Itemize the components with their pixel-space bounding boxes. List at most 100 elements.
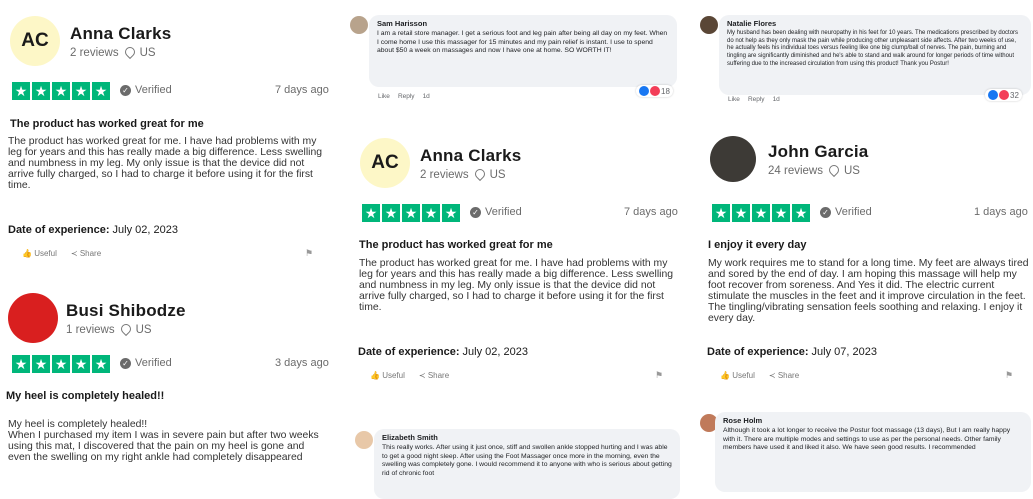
review-card: AC Anna Clarks 2 reviews US ★ ★ ★ ★ ★ ✓ Verifi… [350,122,680,390]
comment-bubble: Sam Harisson I am a retail store manager… [369,15,677,87]
date-value: July 02, 2023 [462,346,528,358]
review-body: My work requires me to stand for a long … [708,258,1029,324]
verified-badge: ✓ Verified [820,206,872,218]
commenter-name[interactable]: Sam Harisson [377,19,669,28]
avatar: AC [10,16,60,66]
avatar [350,16,368,34]
review-title: The product has worked great for me [359,239,553,251]
review-age: 3 days ago [275,357,329,369]
share-button[interactable]: ≺ Share [769,371,799,380]
check-icon: ✓ [470,206,481,218]
check-icon: ✓ [120,357,131,369]
star-icon: ★ [12,355,30,373]
star-rating: ★ ★ ★ ★ ★ [712,204,810,222]
star-icon: ★ [772,204,790,222]
country: US [135,323,152,336]
like-link[interactable]: Like [728,96,740,103]
reviewer-name[interactable]: Busi Shibodze [66,301,186,321]
verified-badge: ✓ Verified [120,357,172,369]
review-count: 1 reviews [66,323,115,336]
reactions[interactable]: 32 [985,89,1022,101]
reviewer-name[interactable]: John Garcia [768,142,868,162]
verified-label: Verified [135,357,172,369]
star-icon: ★ [72,355,90,373]
check-icon: ✓ [120,84,131,96]
star-icon: ★ [712,204,730,222]
country: US [843,164,860,177]
commenter-name[interactable]: Rose Holm [723,416,1023,425]
star-icon: ★ [92,355,110,373]
review-card: AC Anna Clarks 2 reviews US ★ ★ ★ ★ ★ ✓ Verifi… [0,0,330,280]
like-link[interactable]: Like [378,93,390,100]
commenter-name[interactable]: Elizabeth Smith [382,433,672,442]
date-of-experience: Date of experience: July 02, 2023 [358,346,528,358]
star-rating: ★ ★ ★ ★ ★ [362,204,460,222]
star-icon: ★ [382,204,400,222]
comment-bubble: Elizabeth Smith This really works. After… [374,429,680,499]
useful-label: Useful [382,371,405,380]
share-label: Share [79,249,102,258]
share-button[interactable]: ≺ Share [419,371,449,380]
location-pin-icon [125,47,134,58]
useful-button[interactable]: 👍 Useful [370,371,405,380]
reactions[interactable]: 18 [636,85,673,97]
review-age: 1 days ago [974,206,1028,218]
date-label: Date of experience: [707,346,809,358]
share-button[interactable]: ≺ Share [71,249,101,258]
star-rating: ★ ★ ★ ★ ★ [12,355,110,373]
avatar [700,16,718,34]
star-icon: ★ [792,204,810,222]
reviewer-header: AC Anna Clarks 2 reviews US [360,138,521,188]
review-body: The product has worked great for me. I h… [359,258,674,313]
date-label: Date of experience: [358,346,460,358]
date-value: July 02, 2023 [112,224,178,236]
share-label: Share [777,371,800,380]
reaction-count: 32 [1010,90,1019,100]
reaction-count: 18 [661,86,670,96]
comment-bubble: Natalie Flores My husband has been deali… [719,15,1031,95]
flag-icon[interactable]: ⚑ [1005,370,1013,381]
date-value: July 07, 2023 [811,346,877,358]
star-icon: ★ [422,204,440,222]
reviewer-name[interactable]: Anna Clarks [420,146,521,166]
comment-bubble: Rose Holm Although it took a lot longer … [715,412,1031,492]
commenter-name[interactable]: Natalie Flores [727,19,1023,28]
flag-icon[interactable]: ⚑ [305,248,313,259]
reviewer-name[interactable]: Anna Clarks [70,24,171,44]
useful-button[interactable]: 👍 Useful [720,371,755,380]
star-icon: ★ [732,204,750,222]
verified-badge: ✓ Verified [120,84,172,96]
verified-label: Verified [835,206,872,218]
reviewer-header: John Garcia 24 reviews US [710,136,868,182]
love-reaction-icon [999,90,1009,100]
location-pin-icon [829,165,838,176]
comment-text: This really works. After using it just o… [382,444,672,478]
review-count: 24 reviews [768,164,823,177]
star-icon: ★ [52,82,70,100]
location-pin-icon [121,324,130,335]
review-card: John Garcia 24 reviews US ★ ★ ★ ★ ★ ✓ Verified… [700,122,1033,390]
reply-link[interactable]: Reply [398,93,415,100]
useful-button[interactable]: 👍 Useful [22,249,57,258]
love-reaction-icon [650,86,660,96]
useful-label: Useful [732,371,755,380]
review-title: I enjoy it every day [708,239,807,251]
country: US [489,168,506,181]
avatar [8,293,58,343]
verified-label: Verified [485,206,522,218]
country: US [139,46,156,59]
reply-link[interactable]: Reply [748,96,765,103]
comment-text: Although it took a lot longer to receive… [723,427,1011,452]
star-icon: ★ [32,355,50,373]
review-title: My heel is completely healed!! [6,390,165,402]
review-count: 2 reviews [70,46,119,59]
reviewer-header: Busi Shibodze 1 reviews US [8,293,186,343]
review-age: 7 days ago [275,84,329,96]
comment: Sam Harisson I am a retail store manager… [345,10,685,105]
star-icon: ★ [52,355,70,373]
date-of-experience: Date of experience: July 02, 2023 [8,224,178,236]
date-label: Date of experience: [8,224,110,236]
useful-label: Useful [34,249,57,258]
star-icon: ★ [442,204,460,222]
flag-icon[interactable]: ⚑ [655,370,663,381]
